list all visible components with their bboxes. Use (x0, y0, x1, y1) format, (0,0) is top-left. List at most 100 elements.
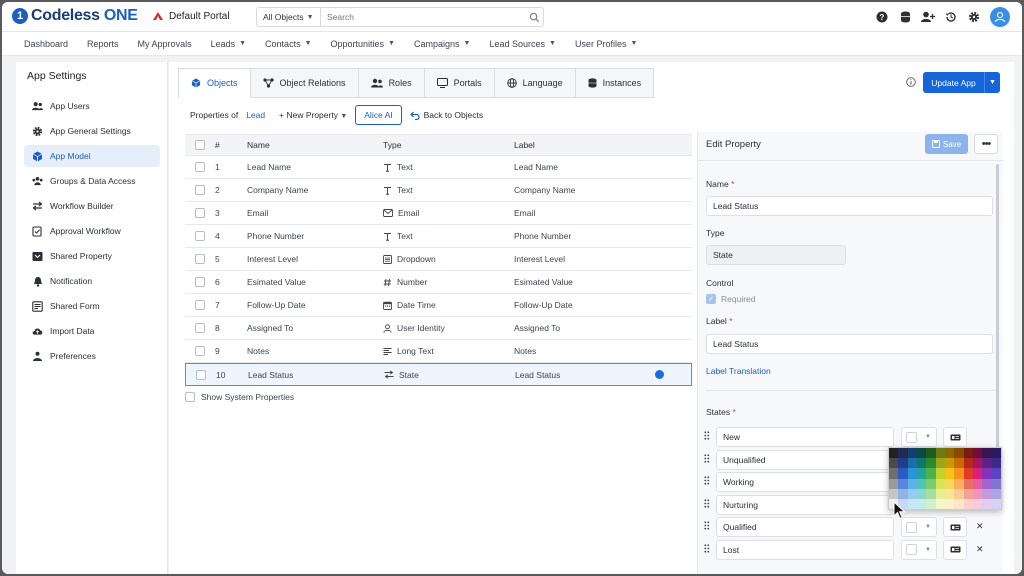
update-app-button[interactable]: Update App ▼ (923, 72, 1000, 93)
search-input[interactable] (321, 12, 525, 22)
palette-color-cell[interactable] (963, 448, 973, 459)
palette-color-cell[interactable] (972, 478, 983, 489)
delete-state-icon[interactable]: ✕ (976, 521, 984, 532)
header-type[interactable]: Type (383, 140, 401, 150)
palette-color-cell[interactable] (916, 478, 927, 489)
state-card-button[interactable] (943, 539, 967, 560)
palette-color-cell[interactable] (972, 498, 983, 509)
state-color-select[interactable]: ▼ (901, 517, 937, 537)
palette-color-cell[interactable] (963, 498, 973, 509)
table-row[interactable]: 4 Phone Number Text Phone Number (185, 225, 692, 248)
row-checkbox[interactable] (195, 277, 205, 287)
row-checkbox[interactable] (195, 254, 205, 264)
label-field[interactable]: Lead Status (706, 334, 993, 354)
history-icon[interactable] (944, 10, 958, 24)
palette-color-cell[interactable] (916, 468, 927, 479)
drag-handle-icon[interactable] (704, 453, 712, 464)
palette-color-cell[interactable] (889, 458, 899, 469)
state-color-select[interactable]: ▼ (901, 427, 937, 447)
tab-portals[interactable]: Portals (424, 68, 495, 98)
avatar[interactable] (990, 7, 1010, 27)
tab-language[interactable]: Language (494, 68, 576, 98)
palette-color-cell[interactable] (926, 468, 936, 479)
row-checkbox[interactable] (195, 231, 205, 241)
sidebar-item-preferences[interactable]: Preferences (24, 345, 160, 367)
row-checkbox[interactable] (196, 369, 206, 380)
state-name-input[interactable]: Qualified (716, 517, 894, 537)
palette-color-cell[interactable] (972, 468, 983, 479)
more-options-button[interactable]: ••• (974, 134, 998, 154)
palette-color-cell[interactable] (972, 458, 983, 469)
palette-color-cell[interactable] (898, 478, 908, 489)
portal-selector[interactable]: Default Portal (152, 10, 230, 22)
palette-color-cell[interactable] (907, 468, 917, 479)
palette-color-cell[interactable] (935, 478, 945, 489)
state-name-input[interactable]: Lost (716, 539, 894, 560)
sidebar-item-app-users[interactable]: App Users (24, 95, 160, 117)
state-color-select[interactable]: ▼ (901, 539, 937, 560)
palette-color-cell[interactable] (944, 478, 955, 489)
alice-ai-button[interactable]: Alice AI (355, 105, 402, 125)
nav-dashboard[interactable]: Dashboard (24, 39, 68, 49)
table-row[interactable]: 9 Notes Long Text Notes (185, 340, 692, 363)
palette-color-cell[interactable] (991, 478, 1001, 489)
nav-reports[interactable]: Reports (87, 39, 119, 49)
palette-color-cell[interactable] (898, 458, 908, 469)
palette-color-cell[interactable] (889, 478, 899, 489)
row-checkbox[interactable] (195, 162, 205, 172)
chevron-down-icon[interactable]: ▼ (984, 72, 1000, 93)
sidebar-item-app-general-settings[interactable]: App General Settings (24, 120, 160, 142)
palette-color-cell[interactable] (898, 468, 908, 479)
show-system-properties[interactable]: Show System Properties (185, 392, 294, 402)
drag-handle-icon[interactable] (704, 521, 712, 531)
palette-color-cell[interactable] (991, 448, 1001, 459)
palette-color-cell[interactable] (926, 498, 936, 509)
nav-my-approvals[interactable]: My Approvals (138, 39, 192, 49)
state-name-input[interactable]: Working (716, 472, 894, 492)
palette-color-cell[interactable] (944, 458, 955, 469)
required-checkbox-row[interactable]: ✓ Required (706, 294, 756, 304)
sidebar-item-approval-workflow[interactable]: Approval Workflow (24, 220, 160, 242)
palette-color-cell[interactable] (963, 478, 973, 489)
info-icon[interactable] (906, 77, 916, 89)
state-name-input[interactable]: Unqualified (716, 449, 894, 470)
palette-color-cell[interactable] (944, 468, 955, 479)
palette-color-cell[interactable] (898, 448, 908, 459)
sidebar-item-workflow-builder[interactable]: Workflow Builder (24, 195, 160, 217)
palette-color-cell[interactable] (982, 458, 992, 469)
table-row[interactable]: 2 Company Name Text Company Name (185, 179, 692, 202)
palette-color-cell[interactable] (926, 458, 936, 469)
state-name-input[interactable]: New (716, 427, 894, 447)
help-icon[interactable]: ? (875, 10, 889, 24)
palette-color-cell[interactable] (926, 488, 936, 499)
header-label[interactable]: Label (514, 140, 535, 150)
palette-color-cell[interactable] (954, 478, 964, 489)
palette-color-cell[interactable] (935, 458, 945, 469)
nav-lead-sources[interactable]: Lead Sources ▼ (489, 39, 555, 49)
palette-color-cell[interactable] (889, 488, 899, 499)
name-field[interactable]: Lead Status (706, 196, 993, 216)
nav-opportunities[interactable]: Opportunities ▼ (331, 39, 395, 49)
palette-color-cell[interactable] (907, 488, 917, 499)
gear-icon[interactable] (967, 10, 981, 24)
delete-state-icon[interactable]: ✕ (976, 544, 984, 555)
palette-color-cell[interactable] (982, 468, 992, 479)
row-checkbox[interactable] (195, 185, 205, 195)
palette-color-cell[interactable] (935, 488, 945, 499)
palette-color-cell[interactable] (889, 468, 899, 479)
drag-handle-icon[interactable] (704, 543, 712, 554)
palette-color-cell[interactable] (991, 488, 1001, 499)
palette-color-cell[interactable] (916, 488, 927, 499)
drag-handle-icon[interactable] (704, 498, 712, 509)
palette-color-cell[interactable] (982, 478, 992, 489)
state-card-button[interactable] (943, 517, 967, 537)
table-row[interactable]: 6 Esimated Value Number Esimated Value (185, 271, 692, 294)
sidebar-item-groups-data-access[interactable]: Groups & Data Access (24, 170, 160, 192)
palette-color-cell[interactable] (935, 468, 945, 479)
palette-color-cell[interactable] (916, 448, 927, 459)
add-user-icon[interactable] (921, 10, 935, 24)
palette-color-cell[interactable] (954, 488, 964, 499)
palette-color-cell[interactable] (907, 448, 917, 459)
row-checkbox[interactable] (195, 208, 205, 218)
select-all-checkbox[interactable] (195, 140, 205, 150)
